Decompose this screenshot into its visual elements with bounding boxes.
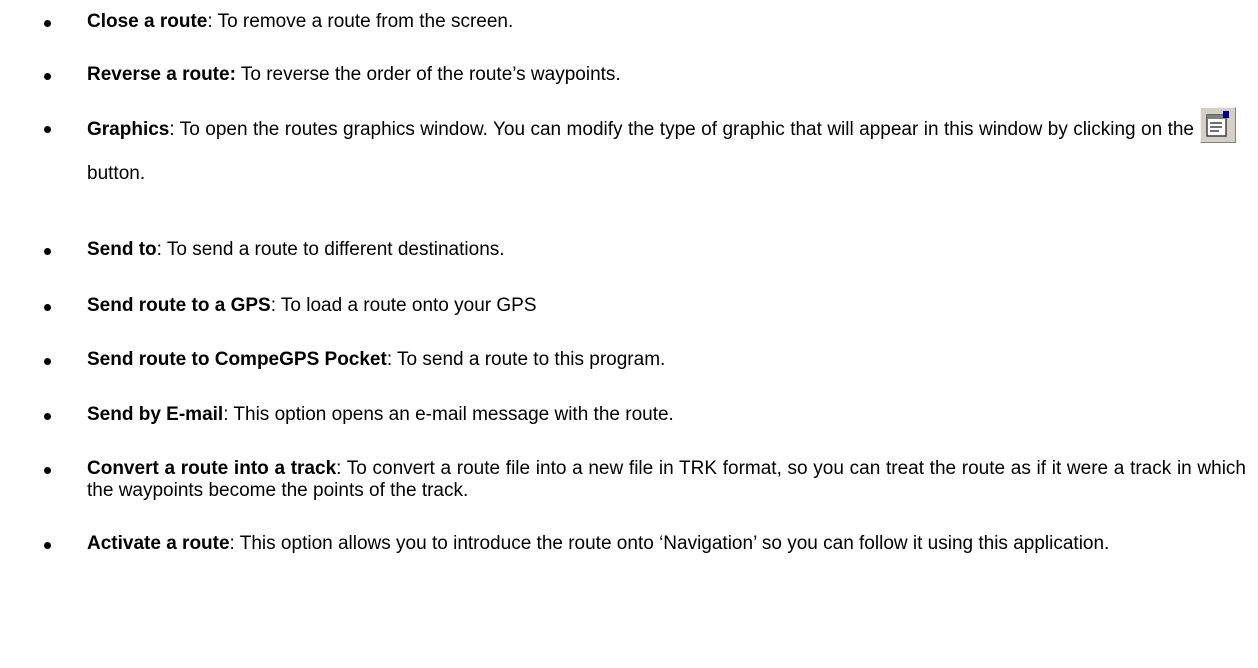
term-send-route-pocket: Send route to CompeGPS Pocket (87, 349, 387, 370)
description-graphics-end: button. (87, 163, 146, 184)
term-send-to: Send to (87, 239, 157, 260)
term-activate-route: Activate a route (87, 533, 230, 554)
description-graphics: : To open the routes graphics window. Yo… (169, 119, 1194, 140)
term-reverse-route: Reverse a route: (87, 64, 236, 85)
term-convert-route: Convert a route into a track (87, 458, 337, 479)
description-close-route: : To remove a route from the screen. (207, 11, 514, 32)
description-send-route-gps: : To load a route onto your GPS (270, 295, 537, 316)
bullet-icon (44, 413, 51, 420)
bullet-icon (44, 20, 51, 27)
bullet-icon (44, 542, 51, 549)
description-reverse-route: To reverse the order of the route’s wayp… (235, 64, 621, 85)
description-send-route-pocket: : To send a route to this program. (386, 349, 666, 370)
term-close-route: Close a route (87, 11, 208, 32)
term-graphics: Graphics (87, 119, 170, 140)
route-options-list: Close a route: To remove a route from th… (0, 0, 1258, 668)
bullet-icon (44, 126, 51, 133)
term-send-email: Send by E-mail (87, 404, 224, 425)
bullet-icon (44, 73, 51, 80)
graph-properties-icon (1200, 107, 1236, 143)
term-send-route-gps: Send route to a GPS (87, 295, 271, 316)
bullet-icon (44, 304, 51, 311)
bullet-icon (44, 467, 51, 474)
bullet-icon (44, 358, 51, 365)
description-activate-route: : This option allows you to introduce th… (229, 533, 1110, 554)
bullet-icon (44, 248, 51, 255)
description-send-email: : This option opens an e-mail message wi… (223, 404, 674, 425)
description-send-to: : To send a route to different destinati… (156, 239, 505, 260)
